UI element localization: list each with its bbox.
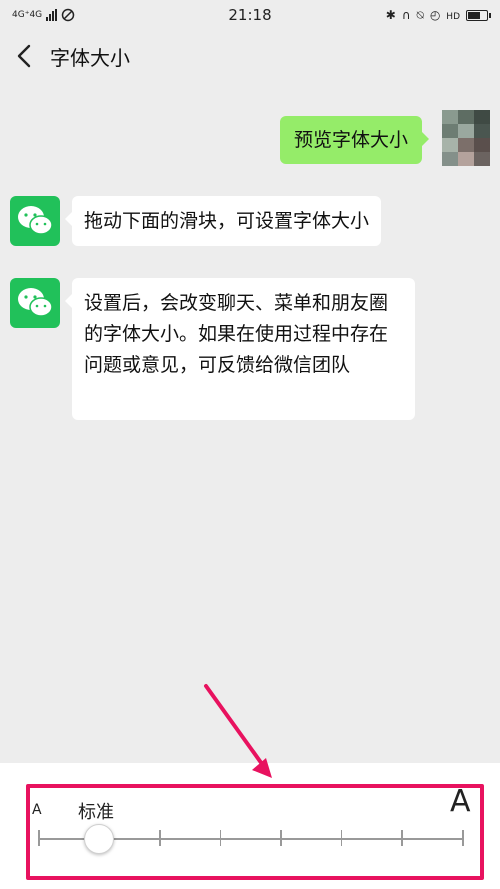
message-preview: 预览字体大小 <box>280 116 430 164</box>
wechat-avatar <box>10 278 60 328</box>
message-text: 拖动下面的滑块，可设置字体大小 <box>84 210 370 232</box>
page-title: 字体大小 <box>50 45 130 70</box>
no-sim-icon <box>61 8 75 22</box>
wechat-avatar <box>10 196 60 246</box>
message-text: 设置后，会改变聊天、菜单和朋友圈的字体大小。如果在使用过程中存在问题或意见，可反… <box>84 292 389 376</box>
back-chevron-icon[interactable] <box>14 44 34 68</box>
network-type: 4G⁺4G <box>12 10 43 20</box>
bluetooth-icon: ✱ <box>385 8 396 22</box>
wechat-logo-icon <box>18 206 53 235</box>
message-hint: 拖动下面的滑块，可设置字体大小 <box>64 196 382 246</box>
mute-icon: ⍉ <box>416 7 424 22</box>
status-bar: 4G⁺4G 21:18 ✱ ∩ ⍉ ◴ HD <box>0 0 500 30</box>
alarm-icon: ◴ <box>429 8 441 22</box>
message-info: 设置后，会改变聊天、菜单和朋友圈的字体大小。如果在使用过程中存在问题或意见，可反… <box>65 278 415 420</box>
call-hd-icon: HD <box>446 12 460 22</box>
annotation-highlight-box <box>26 784 484 880</box>
message-bubble-info: 设置后，会改变聊天、菜单和朋友圈的字体大小。如果在使用过程中存在问题或意见，可反… <box>65 278 415 420</box>
nav-bar: 字体大小 <box>0 30 500 82</box>
message-bubble-preview: 预览字体大小 <box>280 116 430 164</box>
network-indicator: 4G⁺4G <box>12 8 75 22</box>
wechat-logo-icon <box>18 288 53 317</box>
headset-icon: ∩ <box>401 8 411 22</box>
user-avatar <box>442 110 490 166</box>
clock: 21:18 <box>228 6 272 24</box>
message-text: 预览字体大小 <box>294 129 409 151</box>
message-bubble-hint: 拖动下面的滑块，可设置字体大小 <box>64 196 382 246</box>
battery-icon <box>466 9 491 21</box>
signal-icon <box>46 9 58 21</box>
status-icons: ✱ ∩ ⍉ ◴ HD <box>385 7 491 23</box>
